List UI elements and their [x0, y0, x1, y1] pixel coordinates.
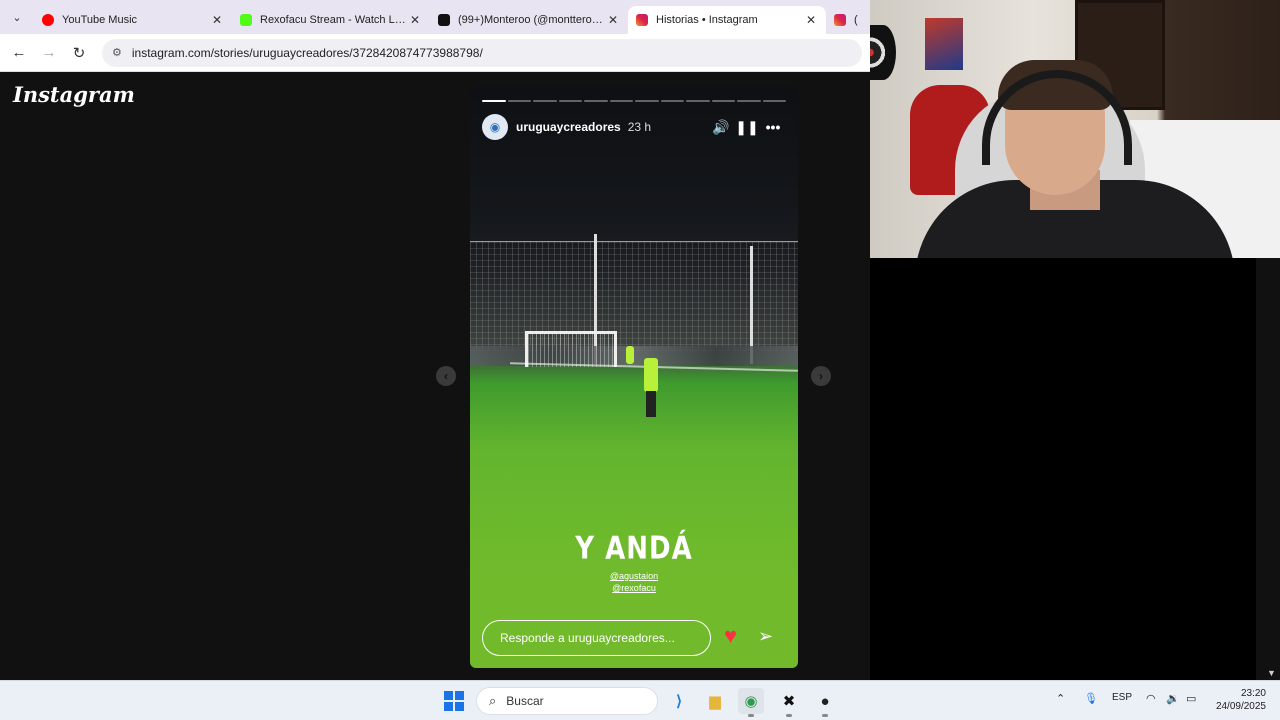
- webcam-overlay: [870, 0, 1280, 258]
- send-icon[interactable]: ➢: [758, 626, 773, 647]
- taskbar-search[interactable]: ⌕ Buscar: [476, 687, 658, 715]
- battery-icon[interactable]: ▭: [1186, 692, 1196, 705]
- mention[interactable]: @rexofacu: [470, 582, 798, 594]
- taskbar: ⌕ Buscar ⟩ ▆ ◉ ✖ ● ⌃ 🎙 ESP ◠ 🔉 ▭ 23:20 2…: [0, 680, 1280, 720]
- mention[interactable]: @agustaion: [470, 570, 798, 582]
- file-explorer-icon[interactable]: ▆: [702, 688, 728, 714]
- scroll-down-icon[interactable]: ▼: [1267, 668, 1276, 678]
- field-net: [470, 241, 798, 351]
- chevron-right-icon: ›: [819, 369, 823, 383]
- chevron-left-icon: ‹: [444, 369, 448, 383]
- close-icon[interactable]: ✕: [804, 13, 818, 27]
- close-icon[interactable]: ✕: [210, 13, 224, 27]
- active-app-indicator: [748, 714, 754, 717]
- progress-segment: [737, 100, 761, 102]
- close-icon[interactable]: ✕: [408, 13, 422, 27]
- more-icon[interactable]: •••: [760, 119, 786, 135]
- address-bar[interactable]: ⚙ instagram.com/stories/uruguaycreadores…: [102, 38, 862, 67]
- system-clock[interactable]: 23:20 24/09/2025: [1210, 687, 1266, 713]
- instagram-stories-page: Instagram ‹ › ◉ uruguaycreadores 23 h 🔊 …: [0, 72, 870, 680]
- avatar[interactable]: ◉: [482, 114, 508, 140]
- instagram-icon: [834, 14, 846, 26]
- tab-title: (99+)Monteroo (@montteroo_): [458, 14, 606, 26]
- volume-icon[interactable]: 🔉: [1166, 692, 1180, 705]
- speaker-icon[interactable]: 🔊: [708, 119, 734, 136]
- story-mentions: @agustaion @rexofacu: [470, 570, 798, 594]
- reply-input[interactable]: Responde a uruguaycreadores...: [482, 620, 711, 656]
- search-placeholder: Buscar: [506, 694, 544, 708]
- capcut-icon[interactable]: ✖: [776, 688, 802, 714]
- progress-segment: [686, 100, 710, 102]
- chevron-down-icon: ⌄: [12, 11, 22, 24]
- vscode-icon[interactable]: ⟩: [666, 688, 692, 714]
- active-app-indicator: [822, 714, 828, 717]
- tab-instagram-2[interactable]: (9): [826, 6, 866, 34]
- youtube-music-icon: [42, 14, 54, 26]
- close-icon[interactable]: ✕: [606, 13, 620, 27]
- story-caption: Y ANDÁ: [575, 531, 693, 567]
- tab-instagram-stories[interactable]: Historias • Instagram ✕: [628, 6, 826, 34]
- tab-title: YouTube Music: [62, 14, 138, 26]
- instagram-icon: [636, 14, 648, 26]
- player: [626, 346, 634, 364]
- obs-icon[interactable]: ●: [812, 688, 838, 714]
- progress-segment: [762, 100, 786, 102]
- windows-start-button[interactable]: [444, 691, 464, 711]
- clock-date: 24/09/2025: [1215, 701, 1266, 712]
- reload-icon: ↻: [72, 44, 86, 62]
- tab-rexofacu-stream[interactable]: Rexofacu Stream - Watch Live o ✕: [232, 6, 430, 34]
- reload-button[interactable]: ↻: [64, 38, 94, 68]
- progress-segment: [584, 100, 608, 102]
- story-viewer[interactable]: ◉ uruguaycreadores 23 h 🔊 ❚❚ ••• Y ANDÁ …: [470, 86, 798, 668]
- progress-segment: [609, 100, 633, 102]
- clock-time: 23:20: [1240, 688, 1266, 699]
- active-app-indicator: [786, 714, 792, 717]
- story-username[interactable]: uruguaycreadores: [516, 120, 621, 134]
- story-progress-bar: [482, 100, 786, 102]
- goal-post: [525, 331, 617, 367]
- url-text: instagram.com/stories/uruguaycreadores/3…: [131, 45, 483, 60]
- story-time: 23 h: [627, 120, 652, 134]
- progress-segment: [711, 100, 735, 102]
- next-story-button[interactable]: ›: [811, 366, 831, 386]
- forward-button[interactable]: →: [34, 38, 64, 68]
- chevron-up-icon[interactable]: ⌃: [1056, 692, 1065, 705]
- wifi-icon[interactable]: ◠: [1146, 692, 1156, 705]
- kick-icon: [240, 14, 252, 26]
- chrome-icon[interactable]: ◉: [738, 688, 764, 714]
- tab-search-button[interactable]: ⌄: [0, 0, 34, 34]
- story-header: ◉ uruguaycreadores 23 h 🔊 ❚❚ •••: [482, 114, 786, 140]
- browser-toolbar: ← → ↻ ⚙ instagram.com/stories/uruguaycre…: [0, 34, 870, 72]
- tab-bar: ⌄ YouTube Music ✕ Rexofacu Stream - Watc…: [0, 0, 870, 34]
- tab-tiktok-monteroo[interactable]: (99+)Monteroo (@montteroo_) ✕: [430, 6, 628, 34]
- instagram-logo[interactable]: Instagram: [13, 82, 135, 107]
- page-scrollbar[interactable]: [1256, 258, 1280, 680]
- poster: [925, 18, 963, 70]
- tab-youtube-music[interactable]: YouTube Music ✕: [34, 6, 232, 34]
- tab-title: (9): [854, 14, 858, 26]
- pause-icon[interactable]: ❚❚: [734, 119, 760, 136]
- progress-segment: [635, 100, 659, 102]
- tab-title: Historias • Instagram: [656, 14, 758, 26]
- heart-icon[interactable]: ♥: [724, 623, 737, 649]
- progress-segment: [507, 100, 531, 102]
- dartboard: [870, 25, 896, 80]
- progress-segment: [558, 100, 582, 102]
- search-icon: ⌕: [489, 693, 497, 708]
- progress-segment: [660, 100, 684, 102]
- site-info-icon[interactable]: ⚙: [112, 46, 122, 59]
- microphone-icon[interactable]: 🎙: [1084, 692, 1098, 705]
- back-button[interactable]: ←: [4, 38, 34, 68]
- player: [644, 358, 658, 392]
- tiktok-icon: [438, 14, 450, 26]
- previous-story-button[interactable]: ‹: [436, 366, 456, 386]
- language-indicator[interactable]: ESP: [1112, 692, 1132, 703]
- player-legs: [646, 391, 656, 417]
- arrow-left-icon: ←: [11, 44, 27, 61]
- progress-segment: [533, 100, 557, 102]
- arrow-right-icon: →: [41, 44, 57, 61]
- tab-title: Rexofacu Stream - Watch Live o: [260, 14, 408, 26]
- progress-segment: [482, 100, 506, 102]
